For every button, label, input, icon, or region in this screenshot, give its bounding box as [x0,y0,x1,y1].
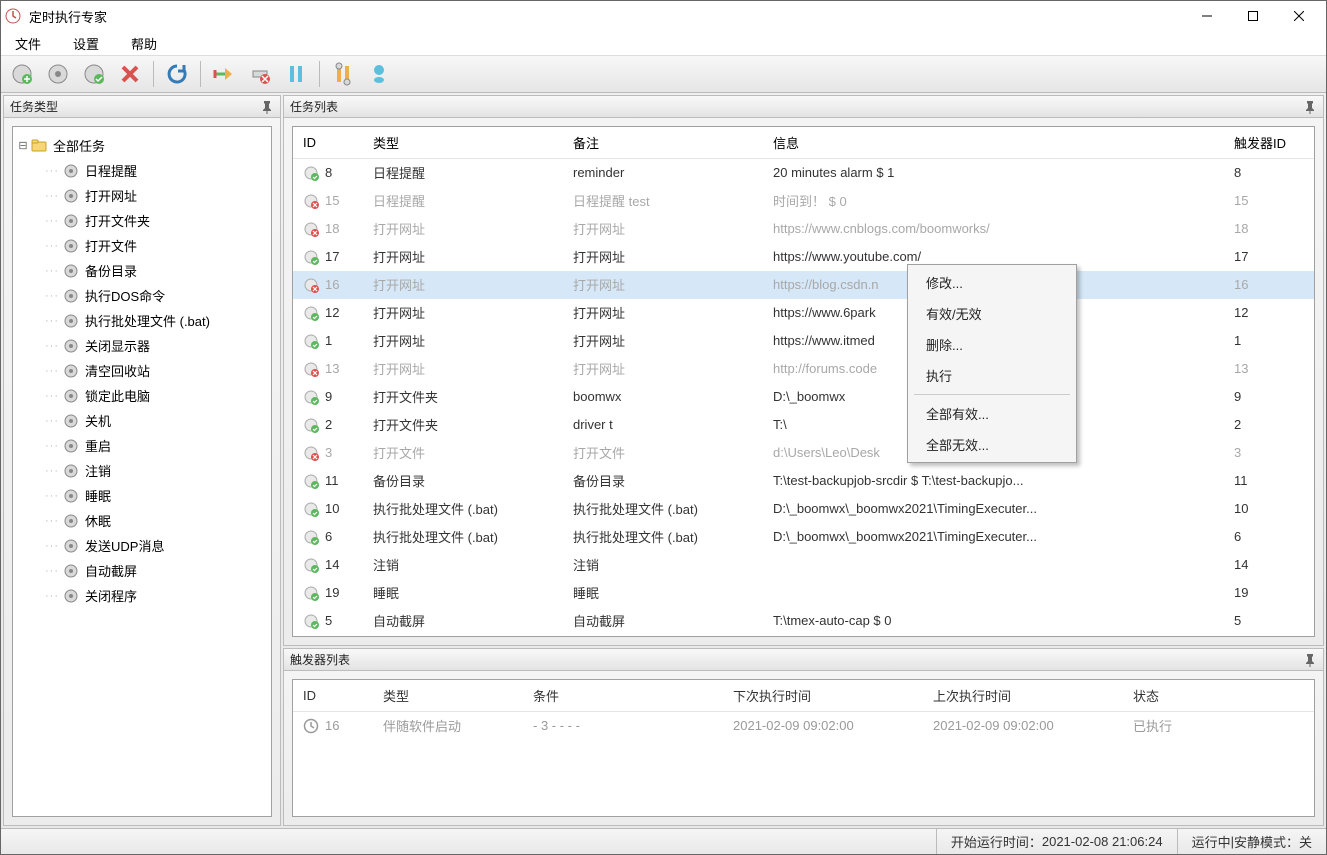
ctx-delete[interactable]: 删除... [910,329,1074,360]
window-title: 定时执行专家 [29,7,1184,26]
task-row[interactable]: 9打开文件夹boomwxD:\_boomwx9 [293,383,1314,411]
tcol-state[interactable]: 状态 [1123,680,1314,712]
menu-settings[interactable]: 设置 [63,32,109,55]
task-table[interactable]: ID 类型 备注 信息 触发器ID 8日程提醒reminder20 minute… [293,127,1314,635]
tree-root[interactable]: ⊟全部任务 [17,133,267,158]
toolbar-help-button[interactable] [362,57,396,91]
toolbar-refresh-button[interactable] [160,57,194,91]
tree-item[interactable]: ···打开文件夹 [17,208,267,233]
tree-item[interactable]: ···注销 [17,458,267,483]
minimize-button[interactable] [1184,1,1230,31]
tree-item[interactable]: ···打开文件 [17,233,267,258]
pin-icon[interactable] [260,100,274,114]
toolbar-settings-button[interactable] [326,57,360,91]
tree-item[interactable]: ···睡眠 [17,483,267,508]
panel-title-trigger-list: 触发器列表 [290,651,1303,668]
task-row[interactable]: 16打开网址打开网址https://blog.csdn.n16 [293,271,1314,299]
pin-icon[interactable] [1303,100,1317,114]
task-row[interactable]: 15日程提醒日程提醒 test时间到！ $ 015 [293,187,1314,215]
status-start-time: 开始运行时间：2021-02-08 21:06:24 [936,829,1177,854]
task-row[interactable]: 1打开网址打开网址https://www.itmed1 [293,327,1314,355]
tcol-next[interactable]: 下次执行时间 [723,680,923,712]
toolbar-pause-button[interactable] [279,57,313,91]
toolbar-edit-button[interactable] [41,57,75,91]
tree-item[interactable]: ···清空回收站 [17,358,267,383]
toolbar-new-button[interactable] [5,57,39,91]
col-id[interactable]: ID [293,127,363,159]
ctx-modify[interactable]: 修改... [910,267,1074,298]
tree-item[interactable]: ···执行DOS命令 [17,283,267,308]
trigger-table[interactable]: ID 类型 条件 下次执行时间 上次执行时间 状态 16 伴随软件启动 - 3 … [293,680,1314,740]
pin-icon[interactable] [1303,653,1317,667]
tree-item[interactable]: ···重启 [17,433,267,458]
task-row[interactable]: 19睡眠睡眠19 [293,579,1314,607]
task-row[interactable]: 13打开网址打开网址http://forums.code13 [293,355,1314,383]
context-menu: 修改... 有效/无效 删除... 执行 全部有效... 全部无效... [907,264,1077,463]
maximize-button[interactable] [1230,1,1276,31]
menu-help[interactable]: 帮助 [121,32,167,55]
tree-item[interactable]: ···自动截屏 [17,558,267,583]
tcol-prev[interactable]: 上次执行时间 [923,680,1123,712]
app-icon [5,8,21,24]
status-bar: 开始运行时间：2021-02-08 21:06:24 运行中 | 安静模式：关 [1,828,1326,854]
toolbar-stop-button[interactable] [243,57,277,91]
task-row[interactable]: 5自动截屏自动截屏T:\tmex-auto-cap $ 05 [293,607,1314,635]
col-info[interactable]: 信息 [763,127,1224,159]
panel-title-task-type: 任务类型 [10,98,260,115]
panel-title-task-list: 任务列表 [290,98,1303,115]
ctx-execute[interactable]: 执行 [910,360,1074,391]
ctx-enable-all[interactable]: 全部有效... [910,398,1074,429]
task-type-tree[interactable]: ⊟全部任务···日程提醒···打开网址···打开文件夹···打开文件···备份目… [13,127,271,614]
trigger-list-panel: 触发器列表 ID 类型 条件 下次执行时间 上次执行时间 状态 [283,648,1324,826]
tree-item[interactable]: ···关闭程序 [17,583,267,608]
task-list-panel: 任务列表 ID 类型 备注 信息 触发器ID 8日程提醒reminder20 m… [283,95,1324,646]
task-row[interactable]: 3打开文件打开文件d:\Users\Leo\Desk3 [293,439,1314,467]
status-running: 运行中 | 安静模式：关 [1177,829,1326,854]
tree-item[interactable]: ···备份目录 [17,258,267,283]
tcol-cond[interactable]: 条件 [523,680,723,712]
task-row[interactable]: 18打开网址打开网址https://www.cnblogs.com/boomwo… [293,215,1314,243]
task-row[interactable]: 2打开文件夹driver tT:\2 [293,411,1314,439]
tree-item[interactable]: ···日程提醒 [17,158,267,183]
toolbar-run-button[interactable] [207,57,241,91]
title-bar: 定时执行专家 [1,1,1326,31]
task-row[interactable]: 14注销注销14 [293,551,1314,579]
col-trigger[interactable]: 触发器ID [1224,127,1314,159]
toolbar-enable-button[interactable] [77,57,111,91]
menu-bar: 文件 设置 帮助 [1,31,1326,55]
ctx-disable-all[interactable]: 全部无效... [910,429,1074,460]
task-row[interactable]: 12打开网址打开网址https://www.6park12 [293,299,1314,327]
tree-item[interactable]: ···关闭显示器 [17,333,267,358]
col-type[interactable]: 类型 [363,127,563,159]
tree-item[interactable]: ···发送UDP消息 [17,533,267,558]
trigger-row[interactable]: 16 伴随软件启动 - 3 - - - - 2021-02-09 09:02:0… [293,712,1314,740]
toolbar-delete-button[interactable] [113,57,147,91]
task-type-panel: 任务类型 ⊟全部任务···日程提醒···打开网址···打开文件夹···打开文件·… [3,95,281,826]
task-row[interactable]: 10执行批处理文件 (.bat)执行批处理文件 (.bat)D:\_boomwx… [293,495,1314,523]
ctx-toggle[interactable]: 有效/无效 [910,298,1074,329]
close-button[interactable] [1276,1,1322,31]
task-row[interactable]: 17打开网址打开网址https://www.youtube.com/17 [293,243,1314,271]
task-row[interactable]: 6执行批处理文件 (.bat)执行批处理文件 (.bat)D:\_boomwx\… [293,523,1314,551]
menu-file[interactable]: 文件 [5,32,51,55]
tcol-type[interactable]: 类型 [373,680,523,712]
tcol-id[interactable]: ID [293,680,373,712]
tree-item[interactable]: ···打开网址 [17,183,267,208]
col-remark[interactable]: 备注 [563,127,763,159]
task-row[interactable]: 11备份目录备份目录T:\test-backupjob-srcdir $ T:\… [293,467,1314,495]
task-row[interactable]: 8日程提醒reminder20 minutes alarm $ 18 [293,159,1314,187]
tree-item[interactable]: ···执行批处理文件 (.bat) [17,308,267,333]
tree-item[interactable]: ···锁定此电脑 [17,383,267,408]
toolbar [1,55,1326,93]
tree-item[interactable]: ···关机 [17,408,267,433]
tree-item[interactable]: ···休眠 [17,508,267,533]
